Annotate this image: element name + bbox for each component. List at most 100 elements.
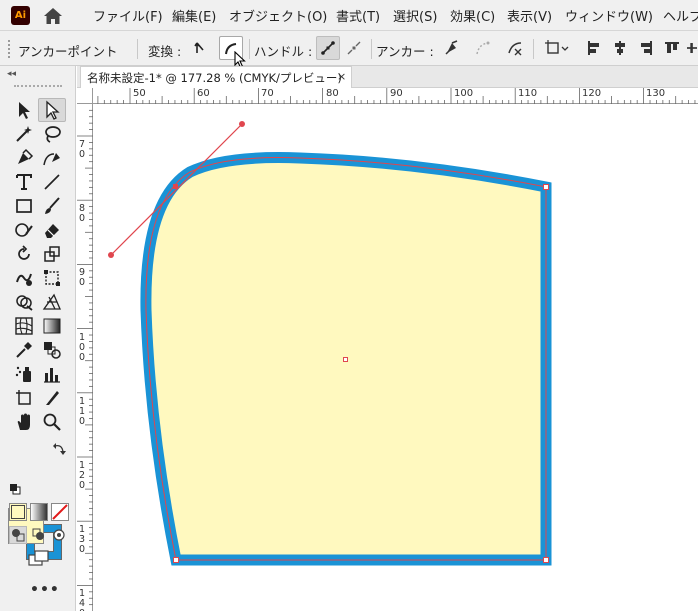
artboard-tool[interactable] — [10, 386, 38, 410]
cut-path-button[interactable] — [503, 36, 527, 60]
column-graph-tool[interactable] — [38, 362, 66, 386]
ruler-label: 80 — [326, 88, 339, 99]
mesh-icon — [15, 317, 33, 335]
menu-view[interactable]: 表示(V) — [507, 6, 552, 25]
align-right-icon — [641, 41, 652, 55]
ruler-label: 50 — [133, 88, 146, 99]
ruler-label-digit: 0 — [79, 351, 86, 363]
align-vertical-center-button[interactable] — [686, 36, 698, 60]
curvature-tool[interactable] — [38, 146, 66, 170]
align-center-button[interactable] — [608, 36, 632, 60]
direct-selection-tool[interactable] — [38, 98, 66, 122]
scale-tool[interactable] — [38, 242, 66, 266]
remove-anchor-button[interactable] — [440, 36, 464, 60]
ruler-label: 130 — [79, 525, 87, 555]
tools-panel: ◂◂ ••• — [0, 66, 76, 611]
horizontal-ruler[interactable]: 50 60 70 80 90 100 110 120 130 — [93, 88, 698, 104]
convert-label: 変換 : — [148, 44, 182, 59]
artwork[interactable] — [94, 105, 698, 611]
control-bar-grip[interactable] — [8, 40, 10, 58]
artboard-icon — [16, 390, 31, 405]
mesh-tool[interactable] — [10, 314, 38, 338]
line-segment-tool[interactable] — [38, 170, 66, 194]
menu-object[interactable]: オブジェクト(O) — [229, 6, 327, 25]
eyedropper-tool[interactable] — [10, 338, 38, 362]
menu-bar: Ai ファイル(F) 編集(E) オブジェクト(O) 書式(T) 選択(S) 効… — [0, 0, 698, 31]
gradient-mode-button[interactable] — [30, 503, 48, 521]
screen-mode-icon[interactable] — [28, 550, 50, 568]
scale-icon — [44, 246, 60, 262]
menu-select[interactable]: 選択(S) — [393, 6, 437, 25]
ruler-label: 90 — [390, 88, 403, 99]
gradient-tool[interactable] — [38, 314, 66, 338]
anchor-point[interactable] — [543, 184, 549, 190]
magic-wand-tool[interactable] — [10, 122, 38, 146]
show-handles-button[interactable] — [316, 36, 340, 60]
slice-tool[interactable] — [38, 386, 66, 410]
document-tab[interactable]: 名称未設定-1* @ 177.28 % (CMYK/プレビュー) × — [80, 66, 352, 88]
direction-handle-point[interactable] — [239, 121, 245, 127]
menu-effect[interactable]: 効果(C) — [450, 6, 495, 25]
anchor-point-selected[interactable] — [173, 184, 178, 189]
selection-tool[interactable] — [10, 98, 38, 122]
shape-builder-tool[interactable] — [10, 290, 38, 314]
blend-tool[interactable] — [38, 338, 66, 362]
warp-tool[interactable] — [10, 266, 38, 290]
close-icon[interactable]: × — [337, 70, 346, 83]
eraser-tool[interactable] — [38, 218, 66, 242]
align-top-icon — [665, 42, 679, 53]
swap-fill-stroke-icon[interactable] — [52, 442, 66, 456]
ruler-label-digit: 0 — [79, 213, 86, 225]
home-icon[interactable] — [42, 6, 64, 26]
lasso-tool[interactable] — [38, 122, 66, 146]
vertical-ruler[interactable]: 70 80 90 100 110 120 130 140 — [77, 104, 93, 611]
menu-window[interactable]: ウィンドウ(W) — [565, 6, 653, 25]
hand-tool[interactable] — [10, 410, 38, 434]
divider — [371, 39, 372, 59]
color-mode-button[interactable] — [9, 503, 27, 521]
ruler-label: 120 — [79, 461, 87, 491]
none-mode-button[interactable] — [51, 503, 69, 521]
default-fill-stroke-icon[interactable] — [9, 483, 21, 495]
draw-inside-icon[interactable] — [51, 527, 67, 543]
menu-help[interactable]: ヘルプ — [663, 6, 698, 25]
anchor-point[interactable] — [173, 557, 179, 563]
symbol-sprayer-tool[interactable] — [10, 362, 38, 386]
menu-type[interactable]: 書式(T) — [336, 6, 380, 25]
free-transform-tool[interactable] — [38, 266, 66, 290]
menu-edit[interactable]: 編集(E) — [172, 6, 216, 25]
collapse-panel-icon[interactable]: ◂◂ — [7, 69, 16, 79]
pen-tool[interactable] — [10, 146, 38, 170]
menu-file[interactable]: ファイル(F) — [93, 6, 163, 25]
shape-builder-icon — [16, 295, 33, 311]
eraser-icon — [45, 224, 59, 238]
ruler-origin[interactable] — [77, 88, 93, 104]
anchor-point[interactable] — [543, 557, 549, 563]
artboard-canvas[interactable] — [94, 105, 698, 611]
shaper-tool[interactable] — [10, 218, 38, 242]
direction-handle-point[interactable] — [108, 252, 114, 258]
type-tool[interactable] — [10, 170, 38, 194]
edit-toolbar-icon[interactable]: ••• — [30, 582, 60, 598]
rectangle-tool[interactable] — [10, 194, 38, 218]
connect-paths-button[interactable] — [471, 36, 495, 60]
remove-anchor-icon — [445, 40, 458, 55]
draw-normal-button[interactable] — [9, 526, 27, 544]
lasso-icon — [45, 126, 61, 143]
perspective-grid-tool[interactable] — [38, 290, 66, 314]
magic-wand-icon — [16, 126, 32, 142]
align-left-button[interactable] — [582, 36, 606, 60]
document-tab-title: 名称未設定-1* @ 177.28 % (CMYK/プレビュー) — [87, 71, 342, 85]
align-top-button[interactable] — [660, 36, 684, 60]
rotate-tool[interactable] — [10, 242, 38, 266]
align-right-button[interactable] — [634, 36, 658, 60]
isolate-button[interactable] — [543, 36, 573, 60]
control-bar-title: アンカーポイント — [18, 44, 118, 59]
ruler-label-digit: 0 — [79, 544, 86, 556]
convert-to-corner-button[interactable] — [188, 36, 212, 60]
draw-behind-icon[interactable] — [31, 527, 47, 543]
paintbrush-tool[interactable] — [38, 194, 66, 218]
panel-grip[interactable] — [14, 85, 62, 93]
hide-handles-button[interactable] — [342, 36, 366, 60]
zoom-tool[interactable] — [38, 410, 66, 434]
